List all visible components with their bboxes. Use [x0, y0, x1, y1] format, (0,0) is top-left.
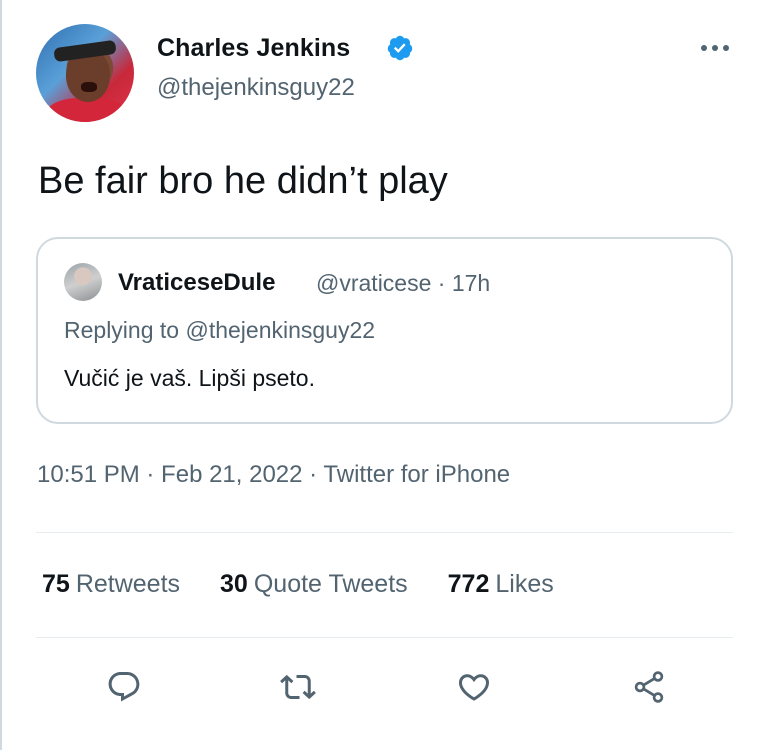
divider: [36, 532, 733, 533]
like-button[interactable]: [451, 664, 497, 710]
tweet-stats: 75 Retweets 30 Quote Tweets 772 Likes: [42, 570, 594, 599]
quoted-tweet-text: Vučić je vaš. Lipši pseto.: [64, 365, 315, 391]
page-edge: [0, 0, 2, 750]
likes-stat[interactable]: 772 Likes: [448, 570, 554, 599]
quote-tweets-label: Quote Tweets: [253, 570, 408, 598]
quoted-author-avatar[interactable]: [64, 263, 102, 301]
tweet-timestamp-source[interactable]: 10:51 PM · Feb 21, 2022 · Twitter for iP…: [37, 461, 510, 489]
author-name[interactable]: Charles Jenkins: [157, 34, 350, 63]
share-icon: [634, 671, 664, 703]
quoted-replying-to: Replying to @thejenkinsguy22: [64, 317, 375, 344]
retweet-icon: [280, 674, 316, 700]
likes-count: 772: [447, 570, 490, 598]
share-button[interactable]: [626, 664, 672, 710]
quoted-tweet-card[interactable]: VraticeseDule @vraticese · 17h Replying …: [36, 237, 733, 424]
divider: [36, 637, 733, 638]
quote-tweets-count: 30: [220, 570, 248, 598]
author-handle[interactable]: @thejenkinsguy22: [157, 74, 355, 102]
author-avatar[interactable]: [36, 24, 134, 122]
verified-badge-icon: [387, 35, 413, 61]
retweets-count: 75: [42, 570, 70, 598]
quoted-author-name: VraticeseDule: [118, 269, 276, 296]
retweets-label: Retweets: [75, 570, 181, 598]
quoted-author-handle-time: @vraticese · 17h: [316, 270, 491, 296]
reply-button[interactable]: [101, 664, 147, 710]
quote-tweets-stat[interactable]: 30 Quote Tweets: [220, 570, 408, 599]
retweet-button[interactable]: [275, 664, 321, 710]
reply-icon: [108, 672, 140, 702]
like-icon: [458, 674, 490, 701]
tweet-text: Be fair bro he didn’t play: [38, 160, 448, 202]
likes-label: Likes: [495, 570, 554, 598]
tweet-actions-bar: [0, 664, 770, 712]
more-options-icon[interactable]: [692, 36, 738, 60]
replying-label: Replying to: [64, 317, 180, 343]
replying-mention-link[interactable]: @thejenkinsguy22: [185, 317, 375, 343]
retweets-stat[interactable]: 75 Retweets: [42, 570, 180, 599]
